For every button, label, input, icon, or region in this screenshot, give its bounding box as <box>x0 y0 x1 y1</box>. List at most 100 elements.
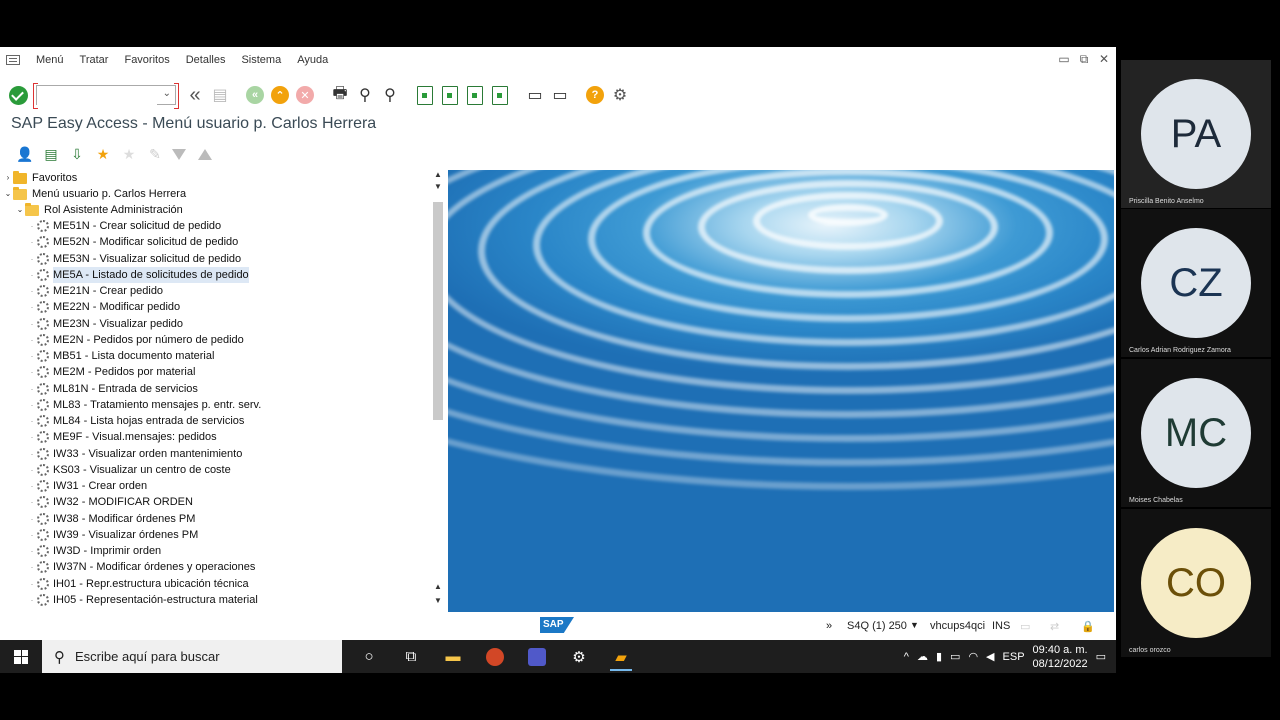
tree-transaction-item[interactable]: · ME2N - Pedidos por número de pedido <box>27 332 244 348</box>
tree-node-user-menu[interactable]: ⌄ Menú usuario p. Carlos Herrera <box>3 186 186 202</box>
help-icon[interactable]: ? <box>584 84 606 106</box>
tree-transaction-item[interactable]: · ME52N - Modificar solicitud de pedido <box>27 234 238 250</box>
ok-check-icon[interactable] <box>9 85 28 105</box>
scroll-up-icon[interactable]: ▲ <box>433 582 443 591</box>
other-menu-icon[interactable]: ⇩ <box>66 144 88 164</box>
move-up-icon[interactable] <box>198 148 212 160</box>
participant-tile[interactable]: CO carlos orozco <box>1121 509 1271 657</box>
back-icon[interactable]: « <box>244 84 266 106</box>
system-dropdown-icon[interactable]: ▼ <box>910 620 919 630</box>
new-session-icon[interactable]: ▭ <box>524 84 546 106</box>
menu-sistema[interactable]: Sistema <box>241 54 281 66</box>
windows-start-icon[interactable] <box>14 649 28 664</box>
task-view-icon[interactable]: ⧉ <box>396 643 426 671</box>
participant-avatar: CZ <box>1141 228 1251 338</box>
tree-transaction-item[interactable]: · IW33 - Visualizar orden mantenimiento <box>27 446 242 462</box>
tray-chevron-icon[interactable]: ^ <box>904 651 909 663</box>
participant-tile[interactable]: CZ Carlos Adrian Rodriguez Zamora <box>1121 209 1271 357</box>
tray-mic-icon[interactable]: ▮ <box>936 650 942 663</box>
tree-node-role[interactable]: ⌄ Rol Asistente Administración <box>15 202 183 218</box>
tree-transaction-item[interactable]: · ME5A - Listado de solicitudes de pedido <box>27 266 249 283</box>
cortana-icon[interactable]: ○ <box>354 643 384 671</box>
notifications-icon[interactable]: ▭ <box>1096 650 1106 663</box>
find-icon[interactable]: ⚲ <box>354 84 376 106</box>
transaction-icon <box>37 398 49 411</box>
tray-battery-icon[interactable]: ▭ <box>950 650 960 663</box>
tree-transaction-item[interactable]: · ML84 - Lista hojas entrada de servicios <box>27 413 244 429</box>
scroll-up-icon[interactable]: ▼ <box>433 182 443 191</box>
tray-network-icon[interactable]: ☁ <box>917 650 928 663</box>
exit-icon[interactable]: ⌃ <box>269 84 291 106</box>
command-dropdown-icon[interactable]: ⌄ <box>163 88 171 99</box>
file-explorer-icon[interactable]: ▬ <box>438 643 468 671</box>
taskbar-search[interactable]: ⚲ Escribe aquí para buscar <box>42 640 342 673</box>
tree-transaction-item[interactable]: · ME21N - Crear pedido <box>27 283 163 299</box>
powerpoint-icon[interactable] <box>480 643 510 671</box>
participant-tile[interactable]: PA Priscilla Benito Anselmo <box>1121 60 1271 208</box>
tree-transaction-item[interactable]: · KS03 - Visualizar un centro de coste <box>27 462 231 478</box>
cancel-icon[interactable]: ✕ <box>294 84 316 106</box>
tree-transaction-item[interactable]: · IW37N - Modificar órdenes y operaciones <box>27 559 255 575</box>
tree-transaction-item[interactable]: · ME9F - Visual.mensajes: pedidos <box>27 429 217 445</box>
tree-transaction-item[interactable]: · IW39 - Visualizar órdenes PM <box>27 527 198 543</box>
delete-favorite-icon[interactable]: ★ <box>118 144 140 164</box>
tree-transaction-item[interactable]: · IH05 - Representación-estructura materi… <box>27 592 258 608</box>
restore-icon[interactable]: ⧉ <box>1078 52 1090 67</box>
expand-icon[interactable]: › <box>3 170 13 186</box>
tree-transaction-item[interactable]: · ME2M - Pedidos por material <box>27 364 195 380</box>
shortcut-icon[interactable]: ▭ <box>549 84 571 106</box>
lock-icon[interactable]: 🔒 <box>1081 620 1095 633</box>
scroll-thumb[interactable] <box>433 202 443 420</box>
tree-transaction-item[interactable]: · IW38 - Modificar órdenes PM <box>27 511 195 527</box>
tree-scrollbar[interactable]: ▲ ▼ ▲ ▼ <box>431 170 445 611</box>
teams-icon[interactable] <box>522 643 552 671</box>
save-icon[interactable]: ▤ <box>209 84 231 106</box>
settings-icon[interactable]: ⚙ <box>609 84 631 106</box>
command-field[interactable] <box>37 87 157 105</box>
collapse-icon[interactable]: ⌄ <box>3 186 13 202</box>
menu-detalles[interactable]: Detalles <box>186 54 226 66</box>
tree-transaction-item[interactable]: · MB51 - Lista documento material <box>27 348 214 364</box>
system-menu-icon[interactable] <box>6 55 20 65</box>
sap-menu-icon[interactable]: ▤ <box>40 144 62 164</box>
close-icon[interactable]: ✕ <box>1098 52 1110 67</box>
scroll-down-icon[interactable]: ▼ <box>433 596 443 605</box>
settings-app-icon[interactable]: ⚙ <box>564 643 594 671</box>
tree-transaction-item[interactable]: · ME22N - Modificar pedido <box>27 299 180 315</box>
menu-favoritos[interactable]: Favoritos <box>124 54 169 66</box>
tree-transaction-item[interactable]: · ML81N - Entrada de servicios <box>27 381 198 397</box>
find-next-icon[interactable]: ⚲ <box>379 84 401 106</box>
first-page-icon[interactable] <box>414 84 436 106</box>
user-menu-icon[interactable]: 👤 <box>14 144 36 164</box>
tray-clock[interactable]: 09:40 a. m. 08/12/2022 <box>1033 643 1088 671</box>
back-double-icon[interactable]: « <box>184 84 206 106</box>
collapse-icon[interactable]: ⌄ <box>15 202 25 218</box>
sap-logon-icon[interactable]: ▰ <box>606 643 636 671</box>
menu-menu[interactable]: Menú <box>36 54 64 66</box>
change-favorite-icon[interactable]: ✎ <box>144 144 166 164</box>
tree-node-favorites[interactable]: › Favoritos <box>3 170 77 186</box>
scroll-up-icon[interactable]: ▲ <box>433 170 443 179</box>
add-favorite-icon[interactable]: ★ <box>92 144 114 164</box>
tree-transaction-item[interactable]: · ML83 - Tratamiento mensajes p. entr. se… <box>27 397 261 413</box>
tray-wifi-icon[interactable]: ◠ <box>968 650 978 663</box>
tray-volume-icon[interactable]: ◀ <box>986 650 994 663</box>
tree-transaction-item[interactable]: · IW31 - Crear orden <box>27 478 147 494</box>
participant-tile[interactable]: MC Moises Chabelas <box>1121 359 1271 507</box>
tray-language[interactable]: ESP <box>1003 651 1025 663</box>
tree-transaction-item[interactable]: · IH01 - Repr.estructura ubicación técnic… <box>27 576 249 592</box>
tree-transaction-item[interactable]: · ME53N - Visualizar solicitud de pedido <box>27 251 241 267</box>
prev-page-icon[interactable] <box>439 84 461 106</box>
tree-transaction-item[interactable]: · ME23N - Visualizar pedido <box>27 316 183 332</box>
tree-transaction-item[interactable]: · IW3D - Imprimir orden <box>27 543 161 559</box>
move-down-icon[interactable] <box>172 148 186 160</box>
menu-ayuda[interactable]: Ayuda <box>297 54 328 66</box>
status-more-icon[interactable]: » <box>826 620 832 632</box>
minimize-icon[interactable]: ▭ <box>1058 52 1070 67</box>
next-page-icon[interactable] <box>464 84 486 106</box>
print-icon[interactable]: 🖶 <box>329 84 351 106</box>
menu-tratar[interactable]: Tratar <box>80 54 109 66</box>
tree-transaction-item[interactable]: · IW32 - MODIFICAR ORDEN <box>27 494 193 510</box>
last-page-icon[interactable] <box>489 84 511 106</box>
tree-transaction-item[interactable]: · ME51N - Crear solicitud de pedido <box>27 218 221 234</box>
